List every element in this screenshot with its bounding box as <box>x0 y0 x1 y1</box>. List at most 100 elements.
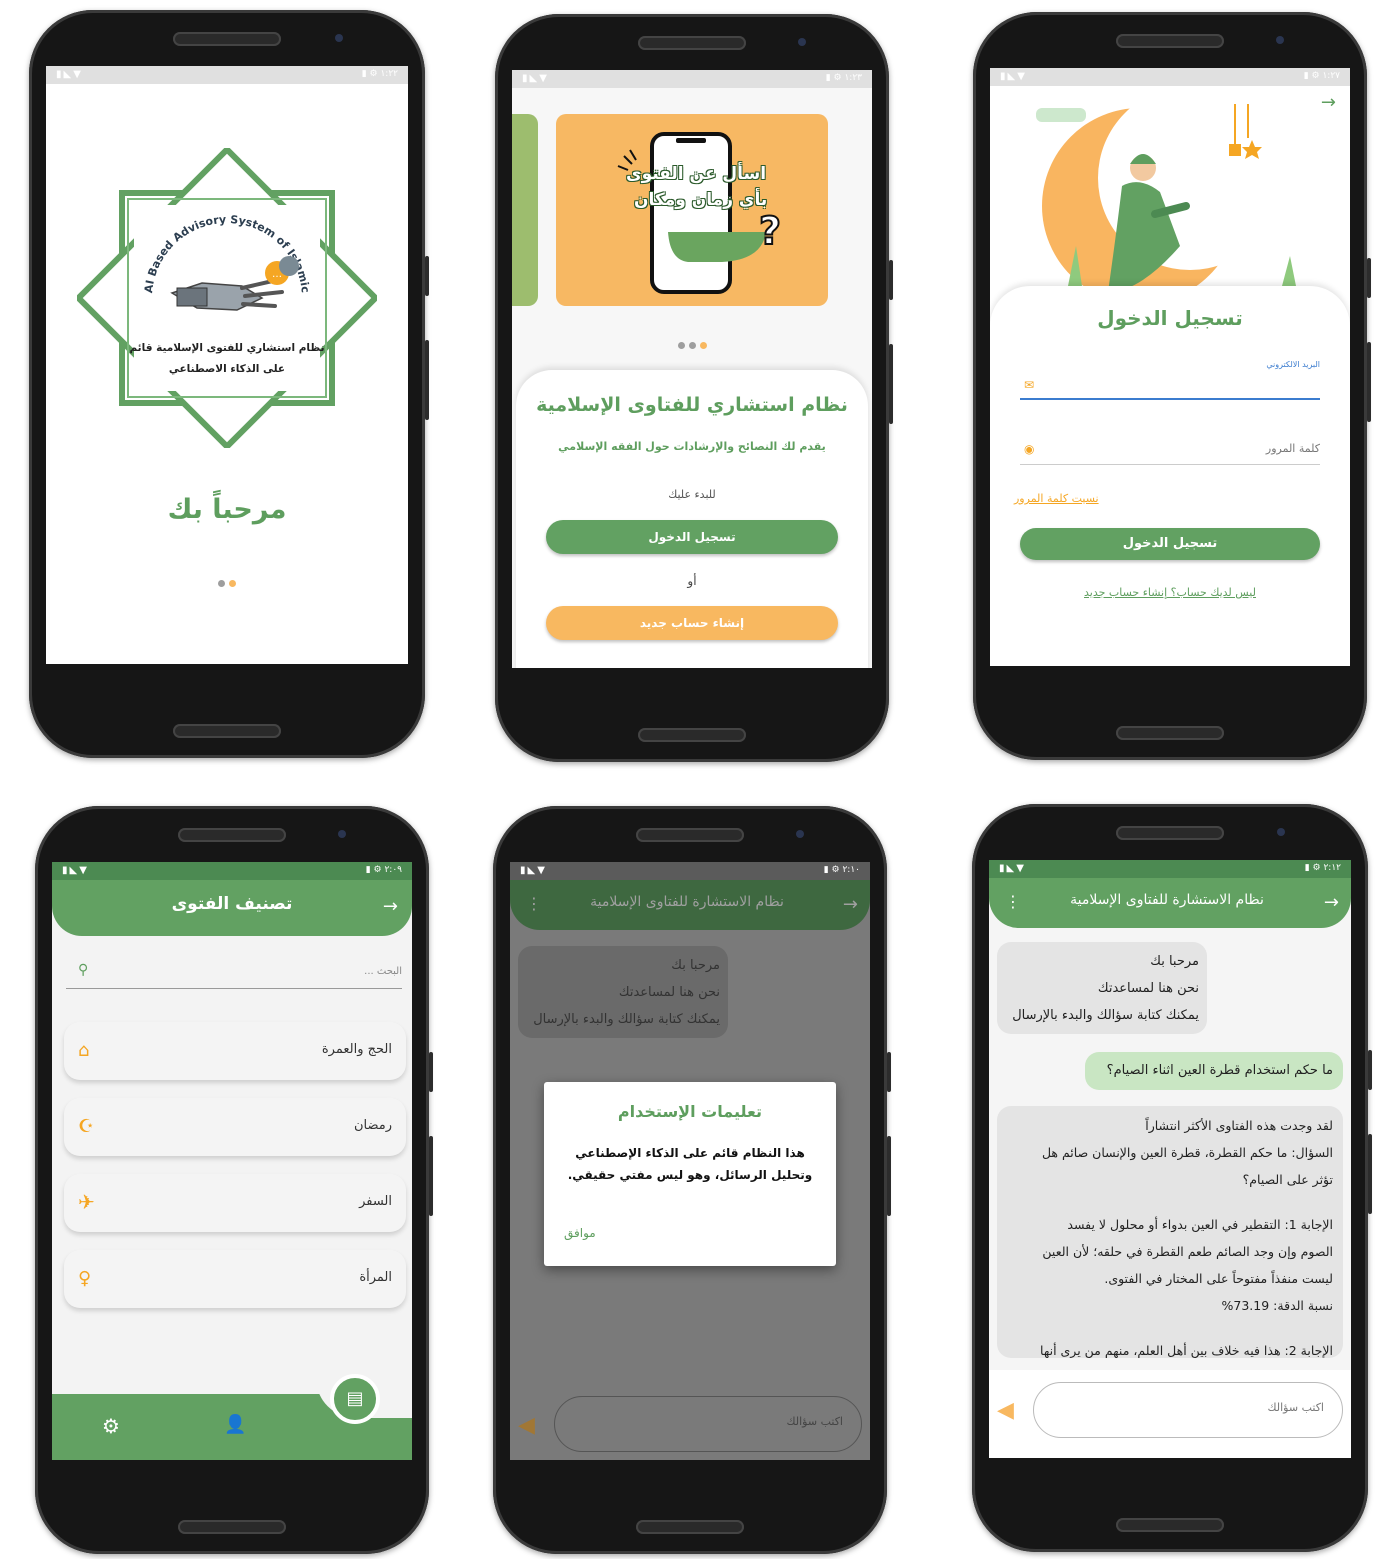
chat-fab[interactable]: ▤ <box>330 1374 380 1424</box>
password-field[interactable]: ◉ كلمة المرور <box>1020 436 1320 465</box>
email-icon: ✉ <box>1024 378 1035 392</box>
status-bar: ▮◣▼ ▮ ⚙ ٢:١٠ <box>510 862 870 880</box>
status-time: ١:٢٣ <box>844 73 862 83</box>
chat-icon: ▤ <box>346 1388 364 1409</box>
profile-icon[interactable]: 👤 <box>224 1414 246 1435</box>
category-card[interactable]: ♀ المرأة <box>64 1250 406 1308</box>
category-card[interactable]: ✈ السفر <box>64 1174 406 1232</box>
forward-arrow-icon[interactable]: → <box>843 894 858 915</box>
carousel-prev-card[interactable] <box>512 114 538 306</box>
phone-chat: ▮◣▼ ▮ ⚙ ٢:١٢ نظام الاستشارة للفتاوى الإس… <box>972 804 1372 1552</box>
status-left-icons: ▮◣▼ <box>56 69 83 80</box>
volume-button <box>429 1052 433 1092</box>
page-dot-active <box>699 342 707 349</box>
status-icons: ▮ ⚙ <box>361 69 378 79</box>
header-bar: تصنيف الفتوى → <box>52 880 412 936</box>
forward-arrow-icon[interactable]: → <box>383 896 398 917</box>
input-area: ◀ اكتب سؤالك <box>989 1370 1351 1458</box>
status-time: ١:٢٧ <box>1322 71 1340 81</box>
category-label: المرأة <box>359 1270 392 1285</box>
input-placeholder: اكتب سؤالك <box>1267 1401 1325 1414</box>
answer-line: لقد وجدت هذه الفتاوى الأكثر انتشاراً <box>1145 1118 1333 1133</box>
header-bar: نظام الاستشارة للفتاوى الإسلامية → ⋮ <box>510 880 870 930</box>
phone-splash: ▮◣▼ ▮ ⚙ ١:٢٢ AI Based Advisory System of… <box>29 10 429 758</box>
bubble-line: يمكنك كتابة سؤالك والبدء بالإرسال <box>1012 1008 1199 1023</box>
speaker <box>1116 34 1224 48</box>
answer-line: السؤال: ما حكم القطرة، قطرة العين والإنس… <box>1041 1145 1333 1160</box>
message-input[interactable]: اكتب سؤالك <box>1033 1382 1343 1438</box>
settings-icon[interactable]: ⚙ <box>102 1414 120 1438</box>
speaker <box>1116 1518 1224 1532</box>
status-time: ٢:١٢ <box>1323 863 1341 873</box>
password-placeholder: كلمة المرور <box>1265 442 1320 455</box>
svg-text:?: ? <box>759 209 781 253</box>
power-button <box>1368 1134 1372 1214</box>
status-right: ▮ ⚙ ٢:٠٩ <box>366 865 402 875</box>
more-icon[interactable]: ⋮ <box>526 894 542 913</box>
header-title: تصنيف الفتوى <box>171 894 293 914</box>
send-icon[interactable]: ◀ <box>997 1398 1014 1423</box>
answer-bubble: لقد وجدت هذه الفتاوى الأكثر انتشاراً الس… <box>997 1106 1343 1358</box>
login-submit-button[interactable]: تسجيل الدخول <box>1020 528 1320 560</box>
bubble-line: نحن هنا لمساعدتك <box>1097 981 1199 996</box>
status-right: ▮ ⚙ ١:٢٣ <box>826 73 862 83</box>
more-icon[interactable]: ⋮ <box>1005 892 1021 911</box>
status-icons: ▮ ⚙ <box>1304 863 1321 873</box>
status-icons: ▮ ⚙ <box>823 865 840 875</box>
volume-button <box>1368 1050 1372 1090</box>
forgot-password-link[interactable]: نسيت كلمة المرور <box>1014 492 1099 505</box>
status-icons: ▮ ⚙ <box>365 865 382 875</box>
send-icon[interactable]: ◀ <box>518 1413 535 1438</box>
praying-man-illustration <box>1036 96 1296 304</box>
status-bar: ▮◣▼ ▮ ⚙ ٢:١٢ <box>989 860 1351 878</box>
category-card[interactable]: ☪ رمضان <box>64 1098 406 1156</box>
answer-line: تؤثر على الصيام؟ <box>1242 1172 1333 1187</box>
camera <box>338 830 346 838</box>
page-indicator <box>46 572 408 591</box>
power-button <box>425 340 429 420</box>
answer-line <box>1007 1319 1333 1337</box>
or-label: أو <box>687 574 697 588</box>
screen: ▮◣▼ ▮ ⚙ ٢:١٠ نظام الاستشارة للفتاوى الإس… <box>510 862 870 1460</box>
user-question-text: ما حكم استخدام قطرة العين اثناء الصيام؟ <box>1106 1063 1333 1078</box>
eye-icon[interactable]: ◉ <box>1024 442 1034 456</box>
message-input[interactable]: اكتب سؤالك <box>554 1396 862 1452</box>
phone-categories: ▮◣▼ ▮ ⚙ ٢:٠٩ تصنيف الفتوى → ⚲ البحث ... … <box>35 806 433 1554</box>
phone-onboarding: ▮◣▼ ▮ ⚙ ١:٢٣ ? اسأل عن الفتوى بأي زمان و… <box>495 14 893 762</box>
speaker <box>1116 726 1224 740</box>
search-icon: ⚲ <box>78 962 89 978</box>
status-right: ▮ ⚙ ٢:١٠ <box>824 865 860 875</box>
status-right: ▮ ⚙ ٢:١٢ <box>1305 863 1341 873</box>
camera <box>796 830 804 838</box>
login-button[interactable]: تسجيل الدخول <box>546 520 838 554</box>
login-panel: تسجيل الدخول البريد الالكتروني ✉ ◉ كلمة … <box>990 286 1350 666</box>
welcome-text: مرحباً بك <box>167 494 287 525</box>
category-card[interactable]: ⌂ الحج والعمرة <box>64 1022 406 1080</box>
status-time: ١:٢٢ <box>380 69 398 79</box>
forward-arrow-icon[interactable]: → <box>1324 892 1339 913</box>
email-field[interactable]: ✉ <box>1020 372 1320 400</box>
category-label: الحج والعمرة <box>321 1042 392 1057</box>
status-icons: ▮ ⚙ <box>1303 71 1320 81</box>
status-left-icons: ▮◣▼ <box>62 865 89 876</box>
carousel-banner[interactable]: ? اسأل عن الفتوى بأي زمان ومكان <box>556 114 828 306</box>
speaker <box>173 32 281 46</box>
search-bar[interactable]: ⚲ البحث ... <box>66 958 402 989</box>
kaaba-icon: ⌂ <box>78 1040 90 1061</box>
start-label: للبدء عليك <box>668 488 716 501</box>
dialog-line2: وتحليل الرسائل، وهو ليس مفتي حقيقي. <box>567 1168 813 1182</box>
dialog-ok-button[interactable]: موافق <box>564 1226 596 1240</box>
status-bar: ▮◣▼ ▮ ⚙ ١:٢٢ <box>46 66 408 84</box>
search-placeholder: البحث ... <box>364 966 402 977</box>
screen: ▮◣▼ ▮ ⚙ ١:٢٧ → تسجيل الدخول البريد الالك… <box>990 68 1350 666</box>
screen: ▮◣▼ ▮ ⚙ ٢:١٢ نظام الاستشارة للفتاوى الإس… <box>989 860 1351 1458</box>
bubble-line: يمكنك كتابة سؤالك والبدء بالإرسال <box>533 1012 720 1027</box>
volume-button <box>887 1052 891 1092</box>
camera <box>798 38 806 46</box>
phone-login: ▮◣▼ ▮ ⚙ ١:٢٧ → تسجيل الدخول البريد الالك… <box>973 12 1371 760</box>
register-button[interactable]: إنشاء حساب جديد <box>546 606 838 640</box>
register-link[interactable]: ليس لديك حساب؟ إنشاء حساب جديد <box>990 586 1350 599</box>
status-left-icons: ▮◣▼ <box>520 865 547 876</box>
volume-button <box>889 260 893 300</box>
answer-line: الصوم وإن وجد الصائم طعم القطرة في حلقه؛… <box>1042 1244 1333 1259</box>
